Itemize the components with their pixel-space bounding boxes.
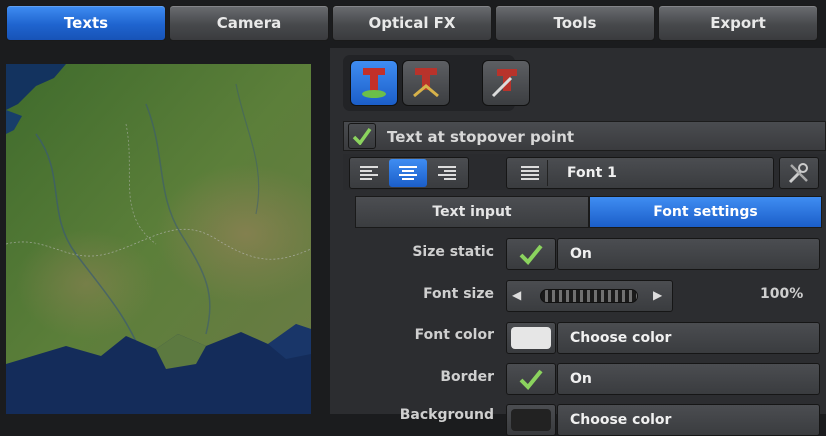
tab-texts[interactable]: Texts bbox=[6, 5, 166, 41]
font-size-value: 100% bbox=[760, 286, 804, 302]
font-color-value[interactable]: Choose color bbox=[557, 322, 820, 354]
tab-optical-fx[interactable]: Optical FX bbox=[332, 5, 492, 41]
background-value[interactable]: Choose color bbox=[557, 404, 820, 436]
align-center-icon[interactable] bbox=[389, 159, 427, 187]
check-icon bbox=[352, 127, 372, 145]
size-static-label: Size static bbox=[412, 244, 494, 260]
text-3d-icon[interactable] bbox=[402, 60, 450, 106]
tab-font-settings[interactable]: Font settings bbox=[589, 196, 822, 228]
background-label: Background bbox=[399, 407, 494, 423]
text-edit-icon[interactable] bbox=[482, 60, 530, 106]
font-color-label: Font color bbox=[414, 327, 494, 343]
satellite-map bbox=[6, 64, 311, 414]
tab-camera[interactable]: Camera bbox=[169, 5, 329, 41]
color-swatch bbox=[511, 327, 551, 349]
align-right-icon[interactable] bbox=[430, 160, 464, 186]
list-icon bbox=[512, 160, 548, 186]
align-left-icon[interactable] bbox=[352, 160, 386, 186]
border-label: Border bbox=[440, 369, 494, 385]
decrease-arrow-icon[interactable]: ◀ bbox=[512, 288, 521, 302]
slider-track[interactable] bbox=[540, 289, 638, 303]
tab-text-input[interactable]: Text input bbox=[355, 196, 589, 228]
increase-arrow-icon[interactable]: ▶ bbox=[653, 288, 662, 302]
font-size-label: Font size bbox=[423, 286, 494, 302]
text-icon[interactable] bbox=[350, 60, 398, 106]
size-static-checkbox[interactable] bbox=[506, 238, 556, 270]
size-static-value[interactable]: On bbox=[557, 238, 820, 270]
tab-export[interactable]: Export bbox=[658, 5, 818, 41]
tools-icon[interactable] bbox=[779, 157, 819, 189]
map-preview[interactable] bbox=[6, 64, 311, 414]
check-icon bbox=[519, 244, 543, 265]
stopover-checkbox[interactable] bbox=[348, 123, 376, 149]
background-swatch-box[interactable] bbox=[506, 404, 556, 436]
font-name: Font 1 bbox=[567, 165, 617, 181]
tab-tools[interactable]: Tools bbox=[495, 5, 655, 41]
border-value[interactable]: On bbox=[557, 363, 820, 395]
background-swatch bbox=[511, 409, 551, 431]
stopover-label: Text at stopover point bbox=[387, 128, 575, 146]
check-icon bbox=[519, 369, 543, 390]
font-color-swatch-box[interactable] bbox=[506, 322, 556, 354]
border-checkbox[interactable] bbox=[506, 363, 556, 395]
